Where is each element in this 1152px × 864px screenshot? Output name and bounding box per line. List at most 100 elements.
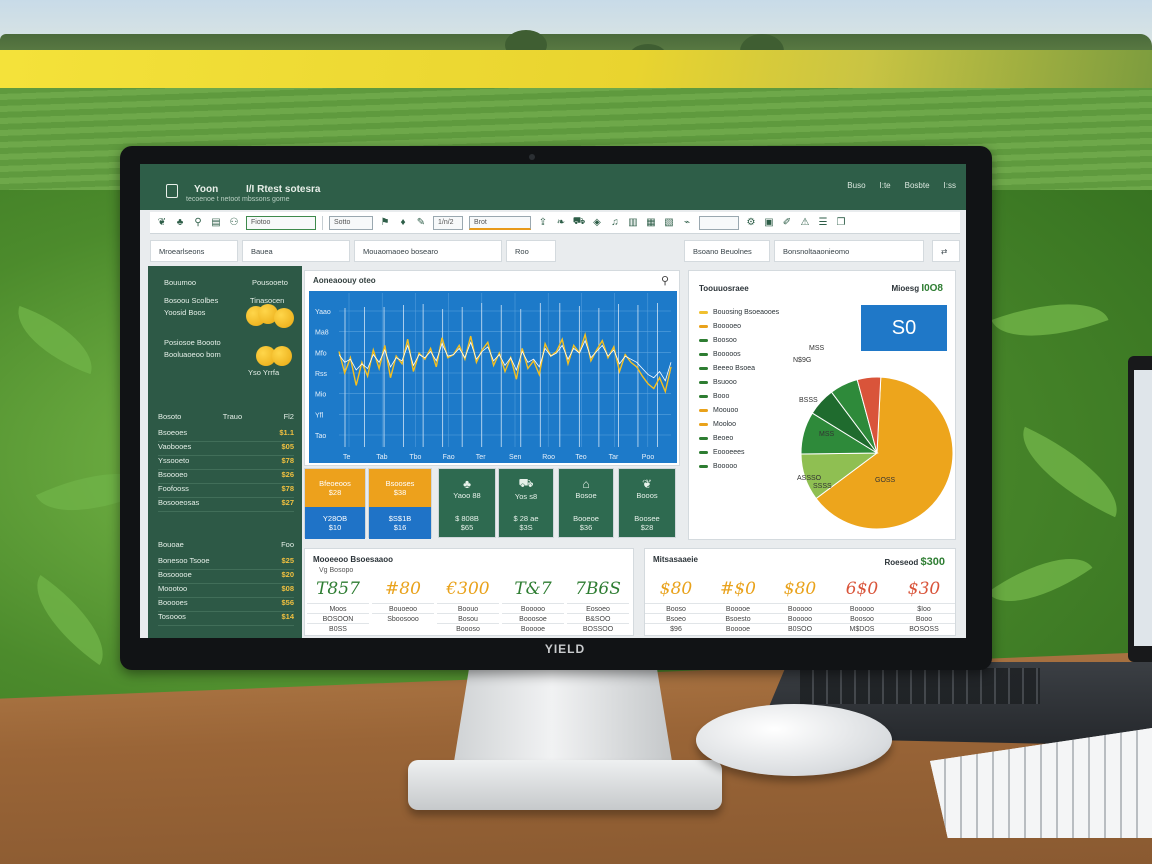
stat-tile[interactable]: ❦ Booos Boosee $28	[618, 468, 676, 538]
metric-row[interactable]: Bonesoo Tsooe $25	[158, 556, 294, 570]
toolbar: ❦ ♣ ⚲ ▤ ⚇ Fiotoo Sotto ⚑ ♦ ✎ 1/n/2 Brot …	[150, 212, 960, 234]
filter-input[interactable]: Sotto	[329, 215, 373, 230]
y-tick-label: Tao	[315, 433, 326, 440]
stat-tile[interactable]: ♣ Yaoo 88 $ 808B $65	[438, 468, 496, 538]
kpi-cell[interactable]: #$0 Booooe Bsoesto Booooe	[707, 579, 769, 633]
menu-item[interactable]: I:te	[880, 181, 891, 190]
window-icon[interactable]: ❐	[835, 217, 847, 229]
bin-icon[interactable]: ▤	[210, 217, 222, 229]
menu-item[interactable]: Buso	[847, 181, 865, 190]
stat-tile[interactable]: ⌂ Bosoe Booeoe $36	[558, 468, 614, 538]
legend-item[interactable]: Eoooeees	[699, 449, 745, 456]
legend-item[interactable]: Booooos	[699, 351, 741, 358]
metric-row[interactable]: Moootoo $08	[158, 584, 294, 598]
pie-summary-label: Mioesg	[891, 284, 920, 293]
kpi-cell[interactable]: #80 Bouoeoo Sboosooo	[372, 579, 434, 623]
toolbar-slider[interactable]	[699, 215, 739, 230]
metric-row[interactable]: Bosooooe $20	[158, 570, 294, 584]
kpi-cell[interactable]: T857 Moos BOSOON B0SS	[307, 579, 369, 633]
monitor-stand-base	[408, 760, 722, 810]
pin-icon[interactable]: ⚲	[192, 217, 204, 229]
stat-tile[interactable]: Bsooses $38 $S$1B $16	[368, 468, 432, 539]
menu-item[interactable]: I:ss	[944, 181, 956, 190]
filter-dropdown[interactable]: Mroearlseons	[150, 240, 238, 262]
tractor-icon[interactable]: ⛟	[573, 216, 586, 229]
wrench-icon[interactable]: ✎	[415, 217, 427, 229]
kpi-label: Eosoeo	[567, 603, 629, 613]
metric-label: Booooes	[158, 598, 188, 607]
metric-row[interactable]: Booooes $56	[158, 598, 294, 612]
filter-dropdown[interactable]: Bauea	[242, 240, 350, 262]
legend-item[interactable]: Booooo	[699, 463, 737, 470]
sprout-icon[interactable]: ♣	[174, 217, 186, 229]
legend-item[interactable]: Beeeo Bsoea	[699, 365, 755, 372]
metric-row[interactable]: Bsoeoes $1.1	[158, 428, 294, 442]
kpi-value: T857	[316, 579, 360, 599]
stat-tile[interactable]: ⛟ Yos s8 $ 28 ae $3S	[498, 468, 554, 538]
leaf-icon[interactable]: ❧	[555, 217, 567, 229]
legend-item[interactable]: Booo	[699, 393, 729, 400]
metric-label: Foofooss	[158, 484, 189, 493]
drop-icon[interactable]: ♦	[397, 217, 409, 229]
legend-item[interactable]: Boosoo	[699, 337, 737, 344]
section-header: Bouoae Foo	[158, 540, 294, 549]
chart-icon[interactable]: ▥	[627, 217, 639, 229]
summary-line: Booluaoeoo bom	[164, 350, 221, 359]
metric-label: Bosooeosas	[158, 498, 200, 507]
stat-tile[interactable]: Bfeoeoos $28 Y28OB $10	[304, 468, 366, 539]
metric-row[interactable]: Yssooeto $78	[158, 456, 294, 470]
tile-label: Bfeoeoos	[319, 479, 351, 488]
filter-dropdown[interactable]: Roo	[506, 240, 556, 262]
calendar-icon[interactable]: ▦	[645, 217, 657, 229]
filter-dropdown[interactable]: Bonsnoltaaonieomo	[774, 240, 924, 262]
metric-row[interactable]: Bsoooeo $26	[158, 470, 294, 484]
drop-icon[interactable]: ◈	[591, 217, 603, 229]
legend-label: Eoooeees	[713, 449, 745, 456]
legend-item[interactable]: Bsuooo	[699, 379, 737, 386]
metric-row[interactable]: Foofooss $78	[158, 484, 294, 498]
legend-item[interactable]: Beoeo	[699, 435, 733, 442]
computer-mouse[interactable]	[696, 704, 892, 776]
legend-item[interactable]: Booooeo	[699, 323, 741, 330]
kpi-cell[interactable]: $80 Booso Bsoeo $96	[645, 579, 707, 633]
kpi-cell[interactable]: €300 Boouo Bosou Boooso	[437, 579, 499, 633]
list-icon[interactable]: ☰	[817, 217, 829, 229]
leaf-icon[interactable]: ❦	[156, 217, 168, 229]
settings-icon[interactable]: ⚙	[745, 217, 757, 229]
tile-top: Bsooses $38	[369, 469, 431, 507]
kpi-cell[interactable]: T&7 Booooo Booosoe Booooe	[502, 579, 564, 633]
search-input[interactable]: Fiotoo	[246, 215, 316, 230]
kpi-cell[interactable]: $30 $Ioo Booo BOSOSS	[893, 579, 955, 633]
date-input[interactable]: 1/n/2	[433, 215, 463, 230]
user-icon[interactable]: ⚇	[228, 217, 240, 229]
metric-row[interactable]: Vaobooes $05	[158, 442, 294, 456]
legend-item[interactable]: Moouoo	[699, 407, 738, 414]
export-icon[interactable]: ⇪	[537, 217, 549, 229]
pencil-icon[interactable]: ✐	[781, 217, 793, 229]
menu-item[interactable]: Bosbte	[905, 181, 930, 190]
filter-dropdown[interactable]: Mouaomaoeo bosearo	[354, 240, 502, 262]
tile-label: Y28OB	[322, 514, 348, 523]
tile-top: ⛟ Yos s8	[499, 469, 553, 507]
link-icon[interactable]: ⌁	[681, 217, 693, 229]
kpi-value: $80	[659, 579, 693, 599]
kpi-cell[interactable]: $80 Booooo Booooo B0SOO	[769, 579, 831, 633]
kpi-cell[interactable]: 7B6S Eosoeo B&SOO BOSSOO	[567, 579, 629, 633]
search-icon[interactable]: ⚲	[661, 274, 669, 287]
legend-item[interactable]: Mooloo	[699, 421, 736, 428]
metric-row[interactable]: Tosooos $14	[158, 612, 294, 626]
metric-row[interactable]: Bosooeosas $27	[158, 498, 294, 512]
grid-icon[interactable]: ▧	[663, 217, 675, 229]
legend-label: Bouosing Bsoeaooes	[713, 309, 780, 316]
bell-icon[interactable]: ♫	[609, 217, 621, 229]
legend-item[interactable]: Bouosing Bsoeaooes	[699, 309, 779, 316]
kpi-cell[interactable]: 6$0 Booooo Boosoo M$DOS	[831, 579, 893, 633]
flag-icon[interactable]: ⚑	[379, 217, 391, 229]
app-name: Yoon	[194, 184, 219, 195]
title-bar: Yoon I/I Rtest sotesra tecoenoe t netoot…	[140, 164, 966, 210]
warning-icon[interactable]: ⚠	[799, 217, 811, 229]
expand-icon[interactable]: ⇄	[932, 240, 960, 262]
range-input[interactable]: Brot	[469, 215, 531, 230]
map-icon[interactable]: ▣	[763, 217, 775, 229]
filter-dropdown[interactable]: Bsoano Beuolnes	[684, 240, 770, 262]
